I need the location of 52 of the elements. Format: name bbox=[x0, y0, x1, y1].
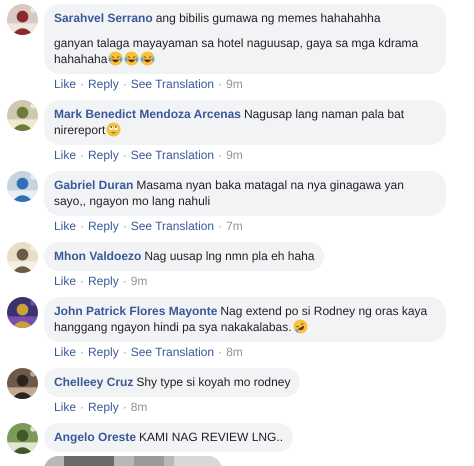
comment-text: John Patrick Flores Mayonte Nag extend po si Rodney ng oras kaya hanggang ngayon hindi pa sya nakakalabas. bbox=[54, 303, 428, 335]
separator-dot: · bbox=[218, 76, 222, 92]
action-link[interactable]: Like bbox=[54, 76, 76, 92]
comment-text: Angelo Oreste KAMI NAG REVIEW LNG.. bbox=[54, 429, 284, 445]
action-link[interactable]: Reply bbox=[88, 76, 119, 92]
laughing-face-icon bbox=[292, 319, 308, 334]
action-link[interactable]: Like bbox=[54, 399, 76, 415]
action-link[interactable]: Reply bbox=[88, 273, 119, 289]
author-name-link[interactable]: Gabriel Duran bbox=[54, 178, 134, 192]
eye-roll-face-icon bbox=[106, 122, 122, 137]
separator-dot: · bbox=[122, 399, 127, 415]
author-name-link[interactable]: Mhon Valdoezo bbox=[54, 249, 142, 263]
separator-dot: · bbox=[122, 344, 127, 360]
comment-text: Mhon Valdoezo Nag uusap lng nmn pla eh haha bbox=[54, 248, 314, 264]
separator-dot: · bbox=[218, 344, 222, 360]
separator-dot: · bbox=[122, 76, 127, 92]
action-link[interactable]: See Translation bbox=[130, 344, 214, 360]
author-name-link[interactable]: Sarahvel Serrano bbox=[54, 11, 153, 25]
separator-dot: · bbox=[218, 147, 222, 163]
separator-dot: · bbox=[80, 344, 84, 360]
action-link[interactable]: Like bbox=[54, 273, 76, 289]
action-link[interactable]: Like bbox=[54, 218, 76, 234]
action-link[interactable]: Reply bbox=[88, 344, 119, 360]
author-name-link[interactable]: Angelo Oreste bbox=[54, 430, 136, 444]
separator-dot: · bbox=[122, 273, 127, 289]
separator-dot: · bbox=[122, 147, 127, 163]
separator-dot: · bbox=[80, 76, 84, 92]
action-link[interactable]: See Translation bbox=[130, 147, 214, 163]
author-name-link[interactable]: John Patrick Flores Mayonte bbox=[54, 304, 218, 318]
separator-dot: · bbox=[80, 273, 84, 289]
author-name-link[interactable]: Chelleey Cruz bbox=[54, 375, 134, 389]
comment-text: Gabriel Duran Masama nyan baka matagal na nya ginagawa yan sayo,, ngayon mo lang nahuli bbox=[54, 177, 405, 209]
action-link[interactable]: Like bbox=[54, 344, 76, 360]
comment-text: Sarahvel Serrano ang bibilis gumawa ng memes hahahahha bbox=[54, 10, 382, 26]
action-link[interactable]: Reply bbox=[88, 218, 119, 234]
author-name-link[interactable]: Mark Benedict Mendoza Arcenas bbox=[54, 107, 241, 121]
separator-dot: · bbox=[80, 147, 84, 163]
separator-dot: · bbox=[80, 218, 84, 234]
comment-text: Mark Benedict Mendoza Arcenas Nagusap lang naman pala bat nirereport bbox=[54, 106, 406, 138]
separator-dot: · bbox=[122, 218, 127, 234]
action-link[interactable]: Reply bbox=[88, 399, 119, 415]
laughing-face-icon bbox=[108, 51, 124, 66]
laughing-face-icon bbox=[124, 51, 140, 66]
action-link[interactable]: See Translation bbox=[130, 218, 214, 234]
comment-text: Chelleey Cruz Shy type si koyah mo rodney bbox=[54, 374, 290, 390]
laughing-face-icon bbox=[140, 51, 156, 66]
comment-text: ganyan talaga mayayaman sa hotel naguusap, gaya sa mga kdrama hahahaha bbox=[54, 35, 420, 67]
action-link[interactable]: Like bbox=[54, 147, 76, 163]
separator-dot: · bbox=[80, 399, 84, 415]
action-link[interactable]: Reply bbox=[88, 147, 119, 163]
separator-dot: · bbox=[218, 218, 222, 234]
action-link[interactable]: See Translation bbox=[130, 76, 214, 92]
